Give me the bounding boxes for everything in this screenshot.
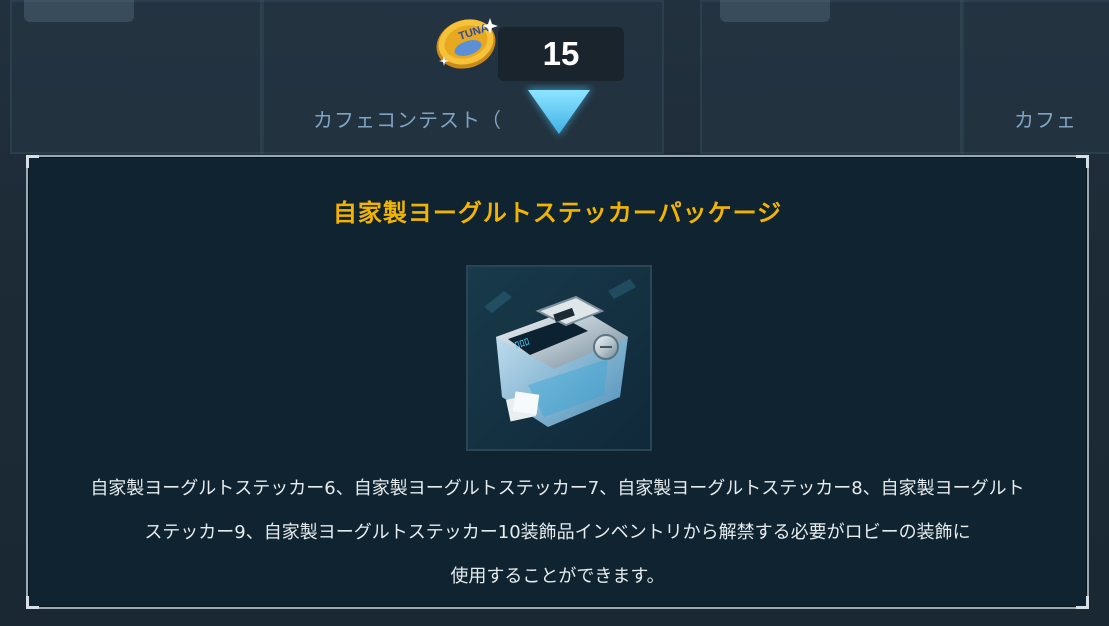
description-line: ステッカー9、自家製ヨーグルトステッカー10装飾品インベントリから解禁する必要が… [144,522,971,543]
background-contest-label-right: カフェ [1014,108,1077,132]
description-line: 自家製ヨーグルトステッカー6、自家製ヨーグルトステッカー7、自家製ヨーグルトステ… [90,478,1025,499]
item-description: 自家製ヨーグルトステッカー6、自家製ヨーグルトステッカー7、自家製ヨーグルトステ… [58,467,1057,599]
item-image-frame: ﾛﾛﾛ [466,265,652,451]
currency-amount-box: 15 [498,27,624,81]
item-detail-panel: 自家製ヨーグルトステッカーパッケージ ﾛﾛﾛ 自家製ヨーグルトステッカー6、自家… [26,155,1089,609]
panel-corner-tl [26,155,39,168]
item-title: 自家製ヨーグルトステッカーパッケージ [332,199,783,227]
background-tab-right [720,0,830,22]
currency-amount: 15 [542,35,580,72]
description-line: 使用することができます。 [450,566,665,587]
sticker-package-icon: ﾛﾛﾛ [468,267,650,449]
background-card-left [10,0,264,154]
panel-corner-bl [26,596,39,609]
selection-arrow-icon [526,88,592,136]
panel-corner-br [1076,596,1089,609]
background-contest-label-left: カフェコンテスト（ [313,108,502,132]
background-tab-left [24,0,134,22]
panel-corner-tr [1076,155,1089,168]
tuna-coin-icon: TUNA [436,18,498,69]
game-screen: カフェコンテスト（ カフェ TUNA 15 自家製ヨーグルトステッカーパッケージ… [0,0,1109,626]
background-card-right [700,0,964,154]
